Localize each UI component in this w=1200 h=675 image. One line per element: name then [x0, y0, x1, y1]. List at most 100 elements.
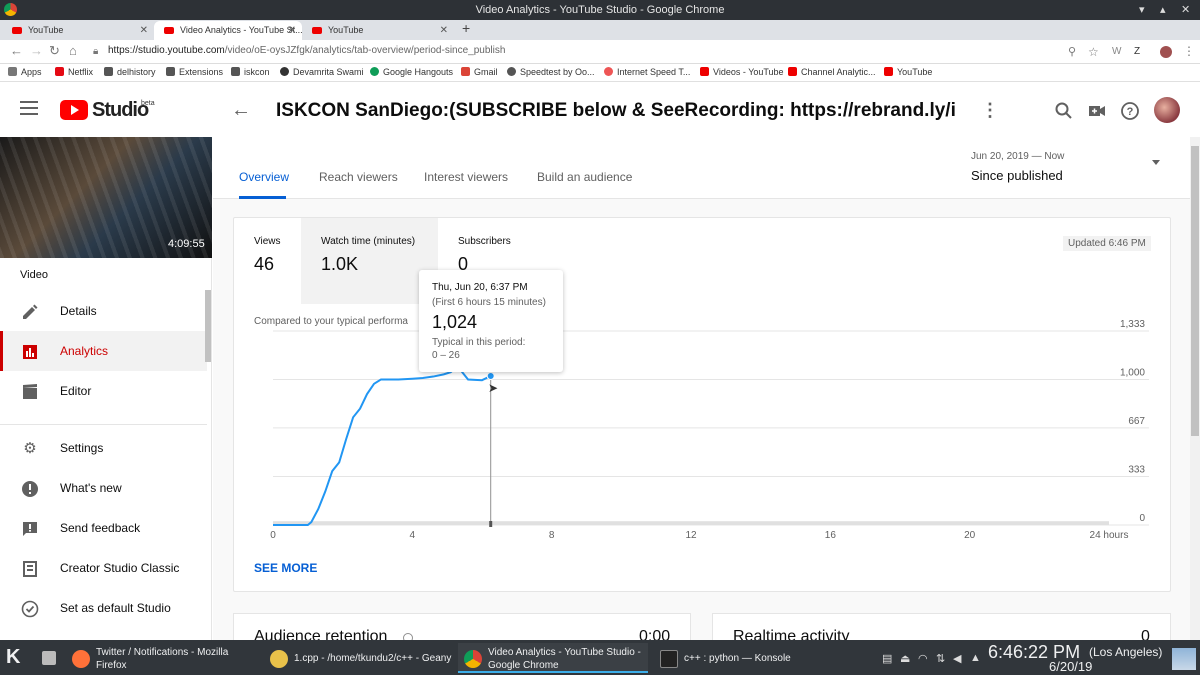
search-icon[interactable] [1054, 101, 1074, 121]
task-konsole[interactable]: c++ : python — Konsole [654, 643, 844, 673]
browser-tab[interactable]: YouTube ✕ [2, 21, 154, 40]
metric-value-views[interactable]: 46 [254, 254, 274, 275]
channel-avatar[interactable] [1154, 97, 1180, 123]
tab-build-audience[interactable]: Build an audience [537, 170, 632, 184]
period-range[interactable]: Jun 20, 2019 — Now [971, 151, 1064, 162]
sidebar-item-label: Settings [60, 441, 104, 455]
bookmark-item[interactable]: Devamrita Swami [280, 67, 364, 77]
minimize-icon[interactable]: ▾ [1139, 0, 1145, 20]
volume-icon[interactable]: ◀ [953, 652, 961, 665]
bookmark-item[interactable]: Apps [8, 67, 42, 77]
tab-interest-viewers[interactable]: Interest viewers [424, 170, 508, 184]
kde-launcher-icon[interactable]: K [6, 646, 20, 669]
metric-label-watch-time[interactable]: Watch time (minutes) [321, 236, 415, 247]
bookmark-label: Internet Speed T... [617, 67, 691, 77]
pencil-icon [23, 304, 38, 319]
bookmark-label: delhistory [117, 67, 156, 77]
address-bar: ← → ↻ ⌂ 🔒︎ https://studio.youtube.com/vi… [0, 40, 1200, 64]
bookmark-label: Google Hangouts [383, 67, 454, 77]
bookmark-item[interactable]: Netflix [55, 67, 93, 77]
period-selector[interactable]: Since published [971, 168, 1063, 183]
clock-timezone: (Los Angeles) [1089, 645, 1163, 659]
tooltip-typical-range: 0 – 26 [432, 350, 460, 361]
create-video-icon[interactable] [1087, 101, 1107, 121]
browser-tab[interactable]: YouTube ✕ [302, 21, 454, 40]
maximize-icon[interactable]: ▴ [1160, 0, 1166, 20]
metric-label-subscribers[interactable]: Subscribers [458, 236, 511, 247]
hamburger-menu-icon[interactable] [20, 101, 38, 115]
home-icon[interactable]: ⌂ [69, 43, 77, 58]
extension-z-icon[interactable]: Z [1134, 46, 1140, 57]
bookmark-item[interactable]: Speedtest by Oo... [507, 67, 595, 77]
forward-icon[interactable]: → [30, 43, 43, 58]
bookmark-item[interactable]: Internet Speed T... [604, 67, 690, 77]
clipboard-icon[interactable]: ▤ [882, 652, 892, 665]
sidebar-item-settings[interactable]: ⚙ Settings [0, 428, 207, 468]
bookmark-item[interactable]: Gmail [461, 67, 498, 77]
extension-w-icon[interactable]: W [1112, 46, 1121, 57]
bookmark-label: Netflix [68, 67, 94, 77]
more-options-icon[interactable]: ⋮ [981, 100, 999, 121]
wifi-icon[interactable]: ◠ [918, 652, 928, 665]
youtube-icon [788, 67, 797, 76]
youtube-favicon-icon [312, 27, 322, 34]
network-icon[interactable]: ⇅ [936, 652, 945, 665]
sidebar-item-creator-studio-classic[interactable]: Creator Studio Classic [0, 548, 207, 588]
youtube-logo-icon[interactable] [60, 100, 88, 120]
browser-tab-active[interactable]: Video Analytics - YouTube St... ✕ [154, 21, 302, 40]
metric-label-views[interactable]: Views [254, 236, 281, 247]
url-domain: https://studio.youtube.com [108, 45, 225, 56]
back-arrow-icon[interactable]: ← [231, 99, 251, 122]
tab-overview[interactable]: Overview [239, 170, 289, 184]
chart-tooltip: Thu, Jun 20, 6:37 PM (First 6 hours 15 m… [419, 270, 563, 372]
chrome-icon [4, 3, 17, 16]
help-icon[interactable]: ? [1120, 101, 1140, 121]
profile-avatar-icon[interactable] [1160, 46, 1172, 58]
task-geany[interactable]: 1.cpp - /home/tkundu2/c++ - Geany [264, 643, 454, 673]
sidebar-item-editor[interactable]: Editor [0, 371, 207, 411]
calculator-icon[interactable] [42, 651, 56, 665]
sidebar-item-whats-new[interactable]: What's new [0, 468, 207, 508]
close-tab-icon[interactable]: ✕ [288, 21, 296, 40]
studio-logo-text[interactable]: Studio [92, 99, 149, 122]
youtube-icon [700, 67, 709, 76]
sidebar-scrollbar[interactable] [205, 290, 211, 362]
close-window-icon[interactable]: ✕ [1181, 0, 1190, 20]
task-chrome[interactable]: Video Analytics - YouTube Studio - Googl… [458, 643, 648, 673]
close-tab-icon[interactable]: ✕ [440, 21, 448, 40]
watch-time-chart[interactable]: 0 333 667 1,000 1,333 0 4 8 12 16 20 24 hours [233, 320, 1171, 550]
see-more-button[interactable]: SEE MORE [254, 561, 317, 575]
tab-reach-viewers[interactable]: Reach viewers [319, 170, 398, 184]
close-tab-icon[interactable]: ✕ [140, 21, 148, 40]
x-tick-label: 4 [410, 530, 416, 541]
bookmark-item[interactable]: YouTube [884, 67, 932, 77]
sidebar-item-send-feedback[interactable]: Send feedback [0, 508, 207, 548]
usb-icon[interactable]: ⏏ [900, 652, 910, 665]
url-field[interactable]: https://studio.youtube.com/video/oE-oysJ… [108, 45, 505, 56]
new-tab-button[interactable]: + [462, 20, 470, 36]
page-scrollbar-thumb[interactable] [1191, 146, 1199, 436]
bookmark-item[interactable]: Channel Analytic... [788, 67, 876, 77]
bookmark-item[interactable]: delhistory [104, 67, 156, 77]
back-icon[interactable]: ← [10, 43, 23, 58]
tray-expand-icon[interactable]: ▲ [970, 652, 981, 664]
bookmark-item[interactable]: Extensions [166, 67, 223, 77]
menu-kebab-icon[interactable]: ⋮ [1183, 44, 1195, 58]
bookmark-item[interactable]: Google Hangouts [370, 67, 453, 77]
task-firefox[interactable]: Twitter / Notifications - Mozilla Firefo… [66, 643, 256, 673]
cursor-point [486, 371, 495, 380]
metric-value-watch-time[interactable]: 1.0K [321, 254, 358, 275]
sidebar-item-details[interactable]: Details [0, 291, 207, 331]
desktop-pager-icon[interactable] [1172, 648, 1196, 670]
sidebar-item-set-default[interactable]: Set as default Studio [0, 588, 207, 628]
bookmark-item[interactable]: Videos - YouTube [700, 67, 784, 77]
star-icon[interactable]: ☆ [1088, 45, 1099, 59]
chevron-down-icon[interactable] [1152, 160, 1160, 165]
sidebar-item-analytics[interactable]: Analytics [0, 331, 207, 371]
y-tick-label: 1,000 [1120, 367, 1145, 378]
zoom-icon[interactable]: ⚲ [1068, 45, 1076, 58]
sidebar-item-label: Details [60, 304, 97, 318]
reload-icon[interactable]: ↻ [49, 43, 60, 59]
bookmark-item[interactable]: iskcon [231, 67, 270, 77]
clock-date: 6/20/19 [1049, 659, 1093, 674]
